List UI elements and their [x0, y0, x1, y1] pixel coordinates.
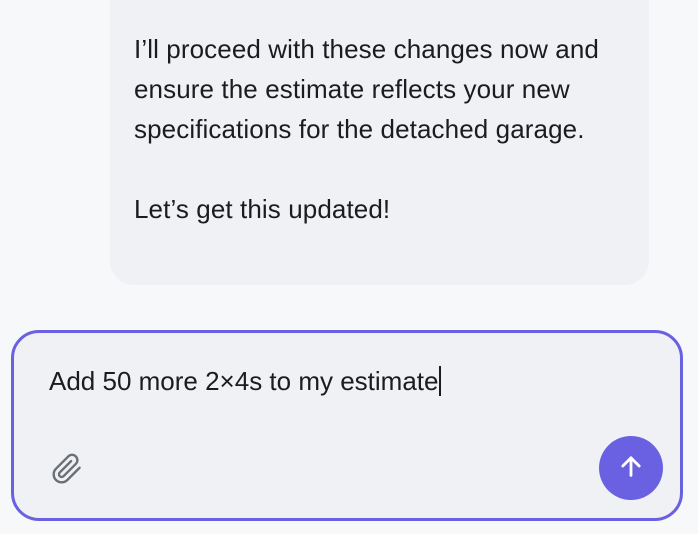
assistant-message-paragraph: I’ll proceed with these changes now and … — [134, 34, 599, 144]
assistant-message-paragraph: Let’s get this updated! — [134, 194, 391, 224]
assistant-message-text: I’ll proceed with these changes now and … — [134, 29, 634, 229]
send-button[interactable] — [599, 436, 663, 500]
attach-button[interactable] — [47, 451, 87, 491]
chat-view: I’ll proceed with these changes now and … — [0, 0, 698, 534]
message-input-value: Add 50 more 2×4s to my estimate — [49, 366, 439, 396]
text-caret — [439, 366, 442, 396]
message-input[interactable]: Add 50 more 2×4s to my estimate — [49, 361, 442, 401]
message-composer[interactable]: Add 50 more 2×4s to my estimate — [11, 330, 683, 521]
paperclip-icon — [51, 453, 83, 490]
arrow-up-icon — [617, 452, 645, 485]
